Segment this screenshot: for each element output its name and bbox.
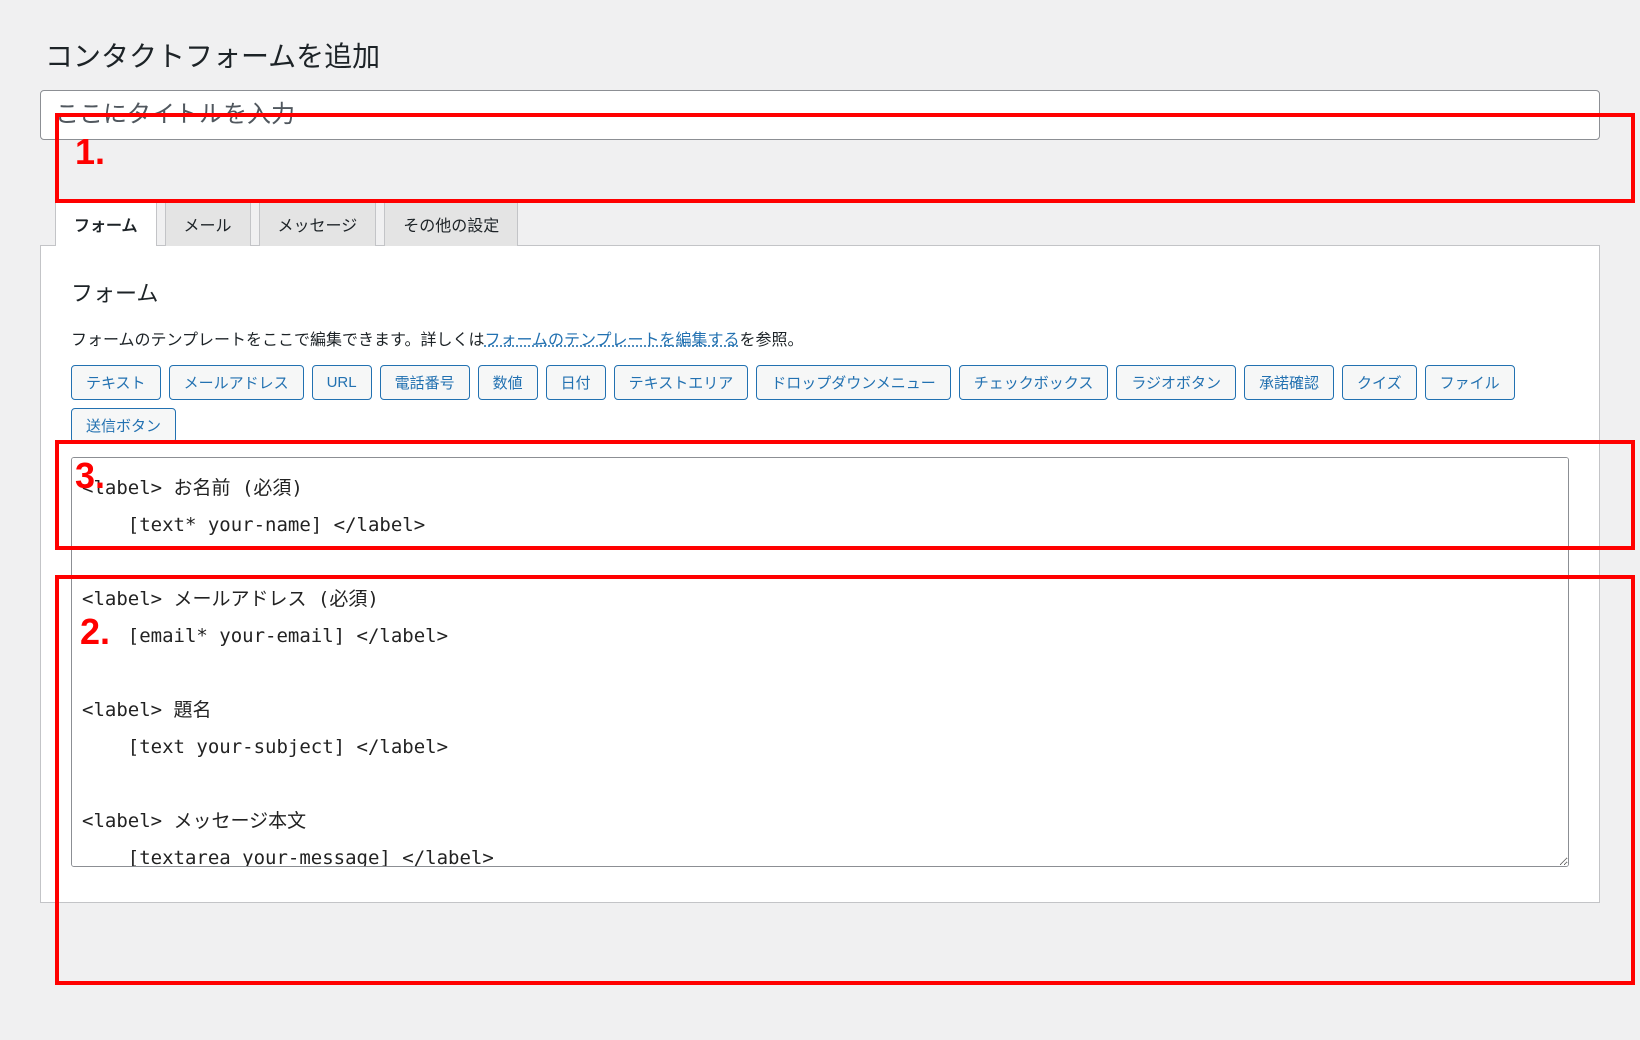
tag-btn-email[interactable]: メールアドレス — [169, 365, 304, 400]
tabs-wrap: フォーム メール メッセージ その他の設定 — [30, 200, 1610, 245]
form-panel: フォーム フォームのテンプレートをここで編集できます。詳しくはフォームのテンプレ… — [40, 245, 1600, 903]
tag-btn-tel[interactable]: 電話番号 — [380, 365, 470, 400]
help-prefix: フォームのテンプレートをここで編集できます。詳しくは — [71, 332, 484, 349]
annotation-num-1: 1. — [75, 131, 105, 173]
tab-form[interactable]: フォーム — [55, 201, 157, 246]
annotation-num-3: 3. — [75, 455, 105, 497]
form-panel-help: フォームのテンプレートをここで編集できます。詳しくはフォームのテンプレートを編集… — [71, 326, 1569, 350]
title-field-wrap — [30, 90, 1610, 140]
annotation-num-2: 2. — [80, 611, 110, 653]
tab-message[interactable]: メッセージ — [259, 201, 377, 246]
help-link[interactable]: フォームのテンプレートを編集する — [484, 332, 739, 349]
tag-btn-url[interactable]: URL — [312, 365, 372, 400]
tag-btn-quiz[interactable]: クイズ — [1342, 365, 1417, 400]
tab-bar: フォーム メール メッセージ その他の設定 — [55, 200, 1610, 245]
form-panel-heading: フォーム — [71, 276, 1569, 308]
title-input[interactable] — [40, 90, 1600, 140]
tag-btn-number[interactable]: 数値 — [478, 365, 538, 400]
page-title: コンタクトフォームを追加 — [45, 35, 1610, 75]
form-template-textarea[interactable] — [71, 457, 1569, 867]
tag-btn-text[interactable]: テキスト — [71, 365, 161, 400]
tag-btn-textarea[interactable]: テキストエリア — [614, 365, 749, 400]
tag-btn-checkbox[interactable]: チェックボックス — [959, 365, 1109, 400]
tag-buttons: テキスト メールアドレス URL 電話番号 数値 日付 テキストエリア ドロップ… — [71, 365, 1569, 443]
tag-btn-submit[interactable]: 送信ボタン — [71, 408, 176, 443]
tag-btn-dropdown[interactable]: ドロップダウンメニュー — [756, 365, 951, 400]
help-suffix: を参照。 — [740, 332, 804, 349]
tag-btn-file[interactable]: ファイル — [1425, 365, 1515, 400]
tag-btn-acceptance[interactable]: 承諾確認 — [1244, 365, 1334, 400]
tag-btn-date[interactable]: 日付 — [546, 365, 606, 400]
tab-other[interactable]: その他の設定 — [384, 201, 518, 246]
page-root: コンタクトフォームを追加 フォーム メール メッセージ その他の設定 フォーム … — [30, 35, 1610, 903]
tag-btn-radio[interactable]: ラジオボタン — [1116, 365, 1236, 400]
tab-mail[interactable]: メール — [165, 201, 251, 246]
